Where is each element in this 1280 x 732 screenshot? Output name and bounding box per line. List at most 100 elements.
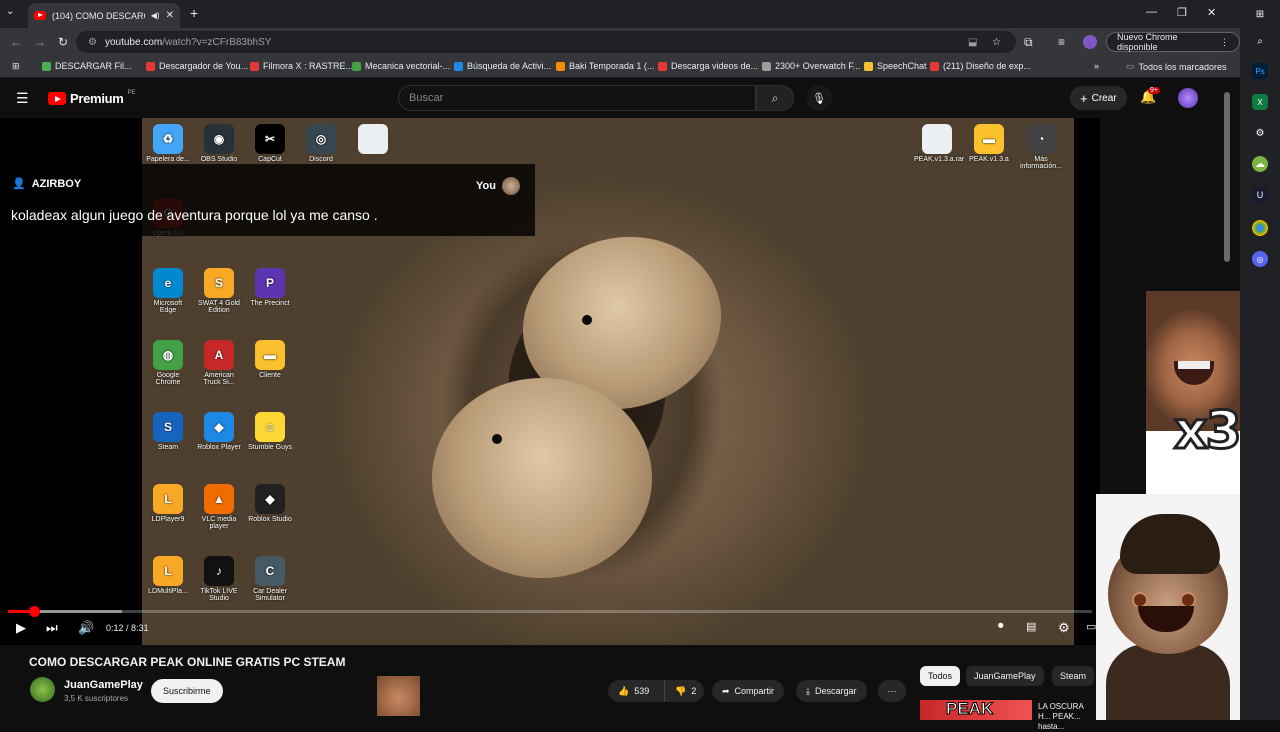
recommended-title[interactable]: LA OSCURA H... PEAK... hasta... [1038,702,1096,732]
bookmark-favicon-icon [42,61,51,71]
address-bar[interactable]: ⚙ youtube.com/watch?v=zCFrB83bhSY ⬓ ☆ [76,31,1016,53]
like-button[interactable]: 👍 539 [608,680,664,702]
bookmark-item[interactable]: SpeechChat [864,61,927,71]
search-icon[interactable]: ⌕ [1252,33,1268,49]
channel-avatar[interactable] [30,677,55,702]
new-tab-button[interactable]: + [190,5,198,21]
browser-toolbar: ← → ↻ ⚙ youtube.com/watch?v=zCFrB83bhSY … [0,28,1240,56]
voice-search-button[interactable]: 🎙 [806,85,832,111]
desktop-icon: ✂ CapCut [247,124,293,163]
back-icon[interactable]: ← [10,35,22,49]
share-icon: ➦ [722,685,730,696]
dislike-button[interactable]: 👎 2 [664,680,704,702]
progress-scrubber[interactable] [29,606,41,617]
thumb-up-icon: 👍 [618,685,630,696]
bookmark-label: 2300+ Overwatch F... [775,61,861,71]
subscribe-button[interactable]: Suscribirme [151,679,223,703]
u-app-icon[interactable]: U [1252,187,1268,203]
youtube-header: ☰ Premium PE Buscar ⌕ 🎙 + Crear 🔔 9+ [0,79,1240,117]
reload-icon[interactable]: ↻ [58,35,68,49]
desktop-icon-label: Roblox Player [197,444,241,451]
install-icon[interactable]: ⬓ [968,37,977,48]
progress-bar[interactable] [8,606,1092,617]
bookmark-label: Filmora X : RASTRE... [263,61,354,71]
bookmark-favicon-icon [250,61,259,71]
recommended-thumbnail[interactable]: PEAK [920,700,1032,720]
excel-icon[interactable]: X [1252,94,1268,110]
audio-icon[interactable]: ◀) [151,11,160,20]
media-icon[interactable]: ≡ [1058,35,1065,49]
tab-close-icon[interactable]: ✕ [166,10,174,21]
bookmark-item[interactable]: Búsqueda de Activi... [454,61,551,71]
bookmark-star-icon[interactable]: ☆ [992,37,1001,48]
chip-juangameplay[interactable]: JuanGamePlay [966,666,1044,686]
chrome-icon[interactable] [1252,220,1268,236]
settings-gear-icon[interactable]: ⚙ [1058,620,1070,636]
channel-name[interactable]: JuanGamePlay [64,679,143,691]
profile-icon[interactable] [1083,35,1097,49]
desktop-icon: S Steam [145,412,191,451]
maximize-icon[interactable]: ❐ [1177,6,1187,19]
windows-icon[interactable]: ⊞ [1252,6,1268,22]
desktop-icon-label: OBS Studio [200,156,238,163]
extensions-icon[interactable]: ⧉ [1024,35,1033,50]
bookmark-item[interactable]: Descargador de You... [146,61,248,71]
settings-gear-icon[interactable]: ⚙ [1252,125,1268,141]
bookmark-item[interactable]: (211) Diseño de exp... [930,61,1031,71]
desktop-app-icon: P [255,268,285,298]
bookmark-favicon-icon [762,61,771,71]
bookmark-item[interactable]: 2300+ Overwatch F... [762,61,860,71]
site-info-icon[interactable]: ⚙ [88,37,97,48]
tab-search-button[interactable]: ⌄ [6,6,14,17]
bookmark-item[interactable]: Descarga videos de... [658,61,758,71]
bookmark-item[interactable]: Filmora X : RASTRE... [250,61,353,71]
desktop-icon: ▬ PEAK.v1.3.a [966,124,1012,163]
discord-icon[interactable]: ◎ [1252,251,1268,267]
video-player[interactable]: ♻ Papelera de... ◉ OBS Studio ✂ CapCut ◎ Discor… [0,118,1100,645]
search-placeholder: Buscar [409,92,444,104]
more-actions-button[interactable]: ⋯ [878,680,906,702]
bookmark-favicon-icon [454,61,463,71]
create-button[interactable]: + Crear [1070,86,1127,110]
desktop-icon: ◆ Roblox Player [196,412,242,451]
tab-active[interactable]: (104) COMO DESCARGAR P ◀) ✕ [28,3,180,28]
cloud-icon[interactable]: ☁ [1252,156,1268,172]
desktop-icon: ◆ Roblox Studio [247,484,293,523]
photoshop-icon[interactable]: Ps [1252,63,1268,79]
page-scrollbar[interactable] [1224,92,1230,262]
chip-steam[interactable]: Steam [1052,666,1095,686]
desktop-app-icon: ◎ [306,124,336,154]
all-bookmarks-folder[interactable]: ▭ Todos los marcadores [1126,61,1227,72]
tab-strip: ⌄ (104) COMO DESCARGAR P ◀) ✕ + — ❐ ✕ [0,0,1280,28]
desktop-icon-label: Papelera de... [146,156,190,163]
menu-icon[interactable]: ☰ [16,90,29,107]
bookmark-label: Descargador de You... [159,61,249,71]
bookmark-favicon-icon [556,61,565,71]
minimize-icon[interactable]: — [1146,6,1157,18]
search-icon: ⌕ [771,90,779,105]
volume-icon[interactable]: 🔊 [78,620,94,636]
apps-icon[interactable]: ⊞ [12,61,20,72]
youtube-logo[interactable]: Premium PE [48,90,136,106]
play-icon[interactable]: ▶ [16,620,26,636]
bookmark-item[interactable]: DESCARGAR Fil... [42,61,132,71]
bookmark-item[interactable]: Baki Temporada 1 (... [556,61,654,71]
share-button[interactable]: ➦ Compartir [712,680,785,702]
autoplay-toggle-icon[interactable]: ⏺ [998,620,1004,633]
desktop-icon: A American Truck Si... [196,340,242,386]
close-window-icon[interactable]: ✕ [1207,6,1216,19]
miniplayer-icon[interactable]: ▭ [1086,620,1096,633]
squirrel-bottom [432,378,652,578]
next-icon[interactable]: ⏭ [46,620,58,636]
update-chrome-button[interactable]: Nuevo Chrome disponible ⋮ [1106,32,1240,52]
download-button[interactable]: ⤓ Descargar [796,680,867,702]
search-input[interactable]: Buscar [398,85,756,111]
search-button[interactable]: ⌕ [756,85,794,111]
forward-icon[interactable]: → [34,35,46,49]
account-avatar[interactable] [1178,88,1198,108]
more-bookmarks-icon[interactable]: » [1094,61,1099,71]
desktop-icon: ▬ Cliente [247,340,293,379]
chip-todos[interactable]: Todos [920,666,961,686]
captions-icon[interactable]: ▤ [1026,620,1036,633]
bookmark-item[interactable]: Mecanica vectorial-... [352,61,450,71]
